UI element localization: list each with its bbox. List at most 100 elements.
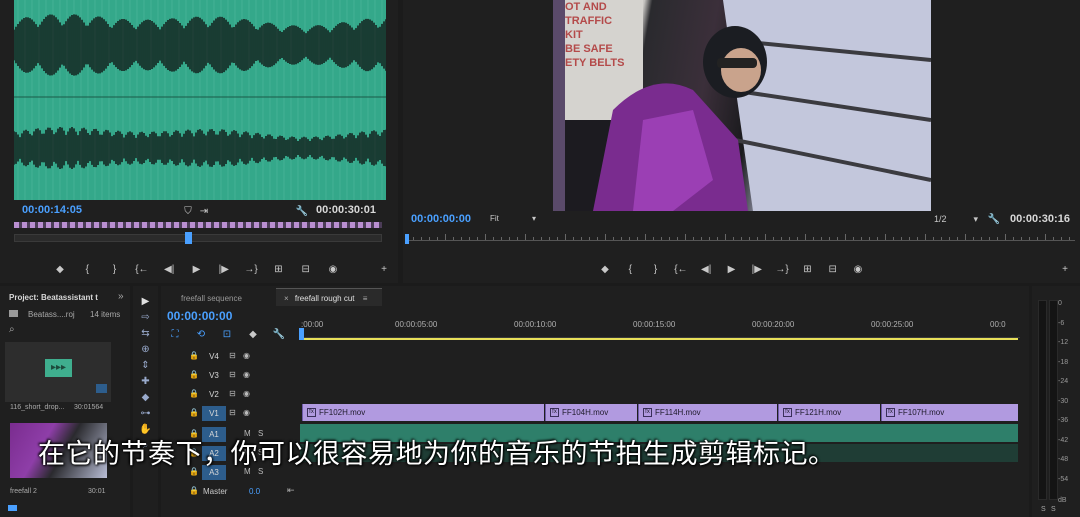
play-icon[interactable]: ▶ [724, 262, 740, 276]
go-to-in-icon[interactable]: {← [134, 262, 150, 276]
mark-out-icon[interactable]: } [107, 262, 123, 276]
track-header-v4[interactable]: 🔒 V4 ⊟ ◉ [186, 348, 298, 364]
sync-lock-icon[interactable]: ⊟ [229, 408, 236, 417]
rolling-edit-icon[interactable]: ⊕ [137, 344, 154, 360]
play-icon[interactable]: ▶ [189, 262, 205, 276]
lock-icon[interactable]: 🔒 [189, 389, 199, 398]
source-current-time[interactable]: 00:00:14:05 [22, 204, 82, 216]
overwrite-icon[interactable]: ⊟ [298, 262, 314, 276]
work-area-bar[interactable] [302, 338, 1018, 340]
insert-icon[interactable]: ⊞ [799, 262, 815, 276]
track-header-v3[interactable]: 🔒 V3 ⊟ ◉ [186, 367, 298, 383]
export-frame-icon[interactable]: ◉ [325, 262, 341, 276]
playhead[interactable] [299, 328, 304, 340]
add-button-icon[interactable]: + [1057, 262, 1073, 276]
selection-tool-icon[interactable]: ▶ [137, 296, 154, 312]
program-scrubber[interactable] [405, 234, 1075, 246]
insert-icon[interactable]: ⊞ [270, 262, 286, 276]
ruler-tick [765, 234, 766, 240]
track-target-label[interactable]: V4 [202, 349, 226, 364]
step-forward-icon[interactable]: |▶ [749, 262, 765, 276]
program-current-time[interactable]: 00:00:00:00 [411, 213, 471, 225]
project-title[interactable]: Project: Beatassistant t [9, 293, 104, 302]
panel-menu-icon[interactable]: » [118, 291, 124, 302]
eye-icon[interactable]: ◉ [243, 408, 250, 417]
ruler-tick [1037, 237, 1038, 240]
close-icon[interactable]: × [284, 294, 289, 303]
project-item-thumbnail[interactable]: ▸▸▸ [5, 342, 111, 402]
timeline-clip[interactable]: fx FF114H.mov [638, 404, 777, 421]
step-back-icon[interactable]: ◀| [161, 262, 177, 276]
zoom-value: Fit [490, 214, 499, 223]
tab-freefall-rough-cut[interactable]: × freefall rough cut ≡ [276, 288, 382, 306]
timeline-clip[interactable]: fx FF107H.mov [881, 404, 1018, 421]
insert-icon[interactable]: ⇥ [196, 204, 212, 218]
ruler-tick [549, 237, 550, 240]
zoom-select[interactable]: Fit ▾ [490, 214, 536, 226]
sync-lock-icon[interactable]: ⊟ [229, 351, 236, 360]
sync-lock-icon[interactable]: ⊟ [229, 389, 236, 398]
step-forward-icon[interactable]: |▶ [216, 262, 232, 276]
track-target-label[interactable]: V2 [202, 387, 226, 402]
add-marker-icon[interactable]: ⊡ [219, 327, 235, 341]
eye-icon[interactable]: ◉ [243, 370, 250, 379]
search-icon[interactable]: ⌕ [9, 324, 15, 335]
ruler-tick [813, 237, 814, 240]
go-to-end-icon[interactable]: ⇤ [287, 485, 295, 496]
marker-icon[interactable]: ⛉ [180, 204, 196, 218]
list-view-icon[interactable] [8, 505, 17, 511]
go-to-out-icon[interactable]: →} [774, 262, 790, 276]
snap-icon[interactable]: ⛶ [167, 327, 183, 341]
step-back-icon[interactable]: ◀| [698, 262, 714, 276]
master-volume[interactable]: 0.0 [249, 487, 260, 496]
rate-stretch-icon[interactable]: ⇕ [137, 360, 154, 376]
ruler-label: 00:00:25:00 [871, 320, 914, 329]
razor-tool-icon[interactable]: ✚ [137, 376, 154, 392]
mark-in-icon[interactable]: { [622, 262, 638, 276]
track-header-v2[interactable]: 🔒 V2 ⊟ ◉ [186, 386, 298, 402]
marker-icon[interactable]: ◆ [245, 327, 261, 341]
mark-out-icon[interactable]: } [648, 262, 664, 276]
linked-selection-icon[interactable]: ⟲ [193, 327, 209, 341]
overwrite-icon[interactable]: ⊟ [825, 262, 841, 276]
ruler-tick [757, 237, 758, 240]
source-scrubber[interactable] [14, 220, 382, 244]
track-select-icon[interactable]: ⇨ [137, 312, 154, 328]
tab-menu-icon[interactable]: ≡ [363, 294, 368, 303]
solo-right-button[interactable]: S [1051, 506, 1056, 513]
ripple-edit-icon[interactable]: ⇆ [137, 328, 154, 344]
track-target-label[interactable]: V3 [202, 368, 226, 383]
wrench-icon[interactable]: 🔧 [294, 204, 310, 218]
ruler-tick [1029, 237, 1030, 240]
wrench-icon[interactable]: 🔧 [271, 327, 287, 341]
meter-right [1049, 300, 1058, 500]
add-button-icon[interactable]: + [376, 262, 392, 276]
timeline-clip[interactable]: fx FF121H.mov [778, 404, 880, 421]
lock-icon[interactable]: 🔒 [189, 351, 199, 360]
export-frame-icon[interactable]: ◉ [850, 262, 866, 276]
track-header-v1[interactable]: 🔒 V1 ⊟ ◉ [186, 405, 298, 421]
eye-icon[interactable]: ◉ [243, 351, 250, 360]
eye-icon[interactable]: ◉ [243, 389, 250, 398]
mark-in-icon[interactable]: { [79, 262, 95, 276]
sync-lock-icon[interactable]: ⊟ [229, 370, 236, 379]
track-target-label[interactable]: V1 [202, 406, 226, 421]
slip-tool-icon[interactable]: ◆ [137, 392, 154, 408]
lock-icon[interactable]: 🔒 [189, 486, 199, 495]
lock-icon[interactable]: 🔒 [189, 408, 199, 417]
resolution-select[interactable]: 1/2 ▾ [934, 214, 978, 226]
folder-icon [9, 310, 18, 317]
lock-icon[interactable]: 🔒 [189, 370, 199, 379]
tab-freefall-sequence[interactable]: freefall sequence [169, 290, 269, 306]
timeline-timecode[interactable]: 00:00:00:00 [167, 309, 232, 323]
add-marker-icon[interactable]: ◆ [52, 262, 68, 276]
go-to-in-icon[interactable]: {← [673, 262, 689, 276]
timeline-clip[interactable]: fx FF104H.mov [545, 404, 637, 421]
add-marker-icon[interactable]: ◆ [597, 262, 613, 276]
wrench-icon[interactable]: 🔧 [986, 212, 1002, 226]
project-item-duration: 30:01 [88, 488, 106, 495]
slide-tool-icon[interactable]: ⊶ [137, 408, 154, 424]
solo-left-button[interactable]: S [1041, 506, 1046, 513]
timeline-clip[interactable]: fx FF102H.mov [302, 404, 544, 421]
go-to-out-icon[interactable]: →} [243, 262, 259, 276]
